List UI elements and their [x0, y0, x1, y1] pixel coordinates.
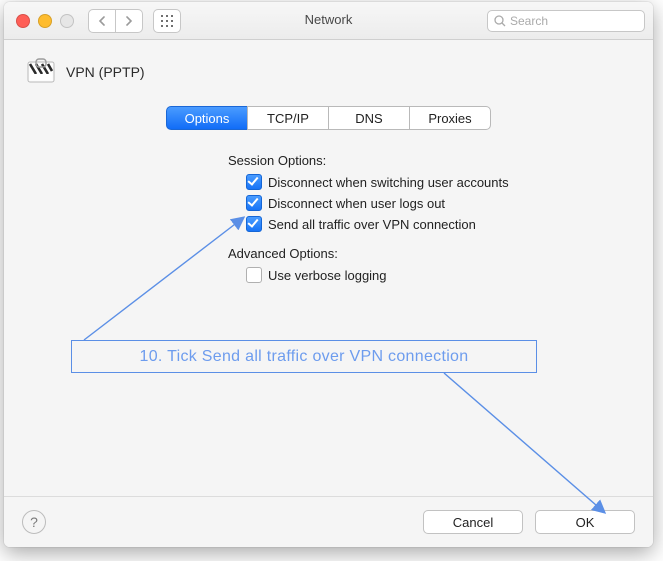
minimize-icon[interactable] [38, 14, 52, 28]
titlebar: Network Search [4, 2, 653, 40]
checkbox-send-all-traffic[interactable]: Send all traffic over VPN connection [246, 216, 653, 232]
help-button[interactable]: ? [22, 510, 46, 534]
annotation-callout: 10. Tick Send all traffic over VPN conne… [71, 340, 537, 373]
network-preferences-window: Network Search VPN (PPTP) Options TCP/IP [4, 2, 653, 547]
bottom-bar: ? Cancel OK [4, 496, 653, 547]
advanced-heading: Advanced Options: [228, 246, 653, 261]
checkbox-disconnect-switch[interactable]: Disconnect when switching user accounts [246, 174, 653, 190]
options-panel: Session Options: Disconnect when switchi… [228, 153, 653, 283]
search-input[interactable]: Search [487, 10, 645, 32]
checkbox-label: Disconnect when user logs out [268, 196, 445, 211]
checkbox-icon [246, 195, 262, 211]
checkbox-label: Send all traffic over VPN connection [268, 217, 476, 232]
ok-button[interactable]: OK [535, 510, 635, 534]
checkbox-verbose-logging[interactable]: Use verbose logging [246, 267, 653, 283]
vpn-icon [26, 58, 56, 86]
session-heading: Session Options: [228, 153, 653, 168]
checkbox-label: Disconnect when switching user accounts [268, 175, 509, 190]
chevron-left-icon [98, 16, 106, 26]
tab-proxies[interactable]: Proxies [409, 106, 491, 130]
service-label: VPN (PPTP) [66, 64, 145, 80]
advanced-sheet: VPN (PPTP) Options TCP/IP DNS Proxies Se… [4, 40, 653, 547]
service-header: VPN (PPTP) [4, 40, 653, 86]
checkbox-icon [246, 174, 262, 190]
cancel-button[interactable]: Cancel [423, 510, 523, 534]
annotation-text: 10. Tick Send all traffic over VPN conne… [140, 348, 469, 366]
window-controls [16, 14, 74, 28]
zoom-icon [60, 14, 74, 28]
tab-tcpip[interactable]: TCP/IP [247, 106, 329, 130]
search-icon [494, 15, 506, 27]
chevron-right-icon [125, 16, 133, 26]
tab-bar: Options TCP/IP DNS Proxies [4, 106, 653, 130]
search-placeholder: Search [510, 14, 548, 28]
tab-options[interactable]: Options [166, 106, 248, 130]
checkbox-label: Use verbose logging [268, 268, 387, 283]
checkbox-icon [246, 267, 262, 283]
forward-button[interactable] [115, 9, 143, 33]
show-all-button[interactable] [153, 9, 181, 33]
grid-icon [161, 15, 173, 27]
tab-dns[interactable]: DNS [328, 106, 410, 130]
close-icon[interactable] [16, 14, 30, 28]
back-button[interactable] [88, 9, 116, 33]
nav-buttons [88, 9, 143, 33]
checkbox-icon [246, 216, 262, 232]
checkbox-disconnect-logout[interactable]: Disconnect when user logs out [246, 195, 653, 211]
